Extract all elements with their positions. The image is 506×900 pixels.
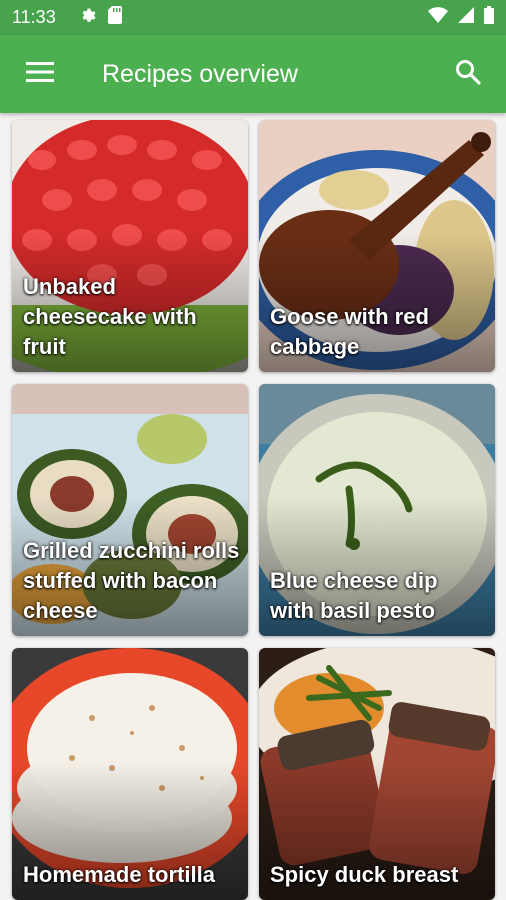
status-time: 11:33 <box>12 7 56 27</box>
signal-icon <box>458 7 474 28</box>
recipe-card[interactable]: Spicy duck breast <box>259 648 495 900</box>
recipe-grid: Unbaked cheesecake with fruit Goose with… <box>0 113 506 900</box>
hamburger-menu-icon <box>26 61 54 87</box>
recipe-title: Unbaked cheesecake with fruit <box>23 274 197 359</box>
sd-card-icon <box>107 6 122 29</box>
recipe-title: Grilled zucchini rolls stuffed with baco… <box>23 538 240 623</box>
app-title: Recipes overview <box>102 59 298 88</box>
recipe-title: Spicy duck breast <box>270 862 459 887</box>
app-bar: Recipes overview <box>0 35 506 113</box>
gear-icon <box>80 6 98 29</box>
recipe-title: Goose with red cabbage <box>270 304 429 359</box>
recipe-title: Homemade tortilla <box>23 862 215 887</box>
recipe-card[interactable]: Grilled zucchini rolls stuffed with baco… <box>12 384 248 636</box>
battery-icon <box>484 6 494 29</box>
recipe-title: Blue cheese dip with basil pesto <box>270 568 438 623</box>
menu-button[interactable] <box>0 35 80 113</box>
status-left: 11:33 <box>12 6 122 29</box>
recipe-card[interactable]: Goose with red cabbage <box>259 120 495 372</box>
status-right <box>428 6 494 29</box>
status-bar: 11:33 <box>0 0 506 35</box>
recipe-card[interactable]: Homemade tortilla <box>12 648 248 900</box>
recipe-card[interactable]: Blue cheese dip with basil pesto <box>259 384 495 636</box>
wifi-icon <box>428 7 448 28</box>
recipe-card[interactable]: Unbaked cheesecake with fruit <box>12 120 248 372</box>
search-icon <box>455 59 481 90</box>
search-button[interactable] <box>430 35 506 113</box>
